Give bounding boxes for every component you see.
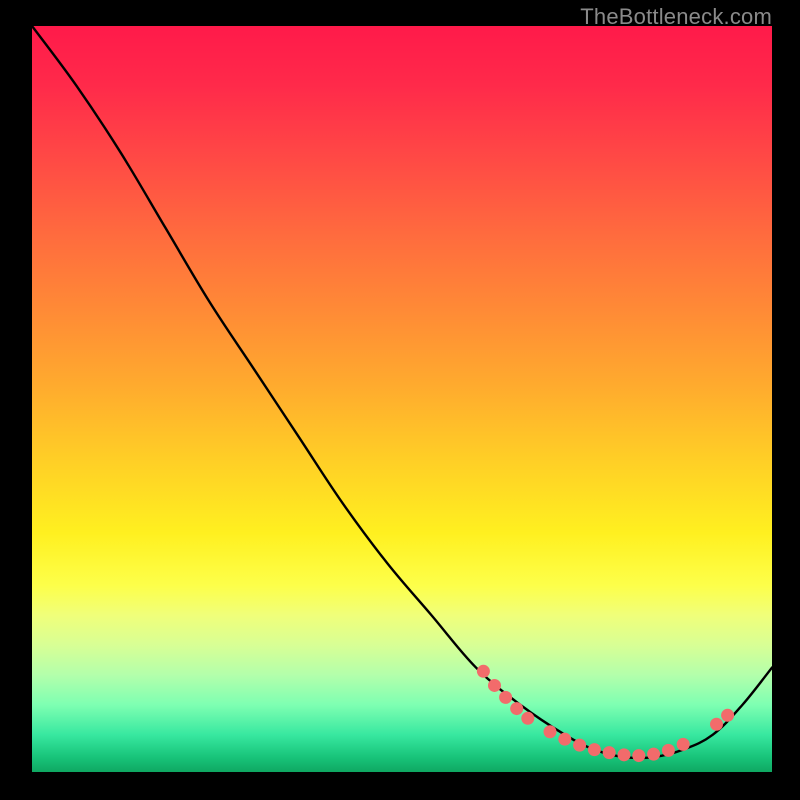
data-marker bbox=[544, 725, 557, 738]
data-marker bbox=[499, 691, 512, 704]
data-marker bbox=[510, 702, 523, 715]
data-marker bbox=[662, 744, 675, 757]
data-marker bbox=[488, 679, 501, 692]
data-marker bbox=[721, 709, 734, 722]
data-marker bbox=[573, 739, 586, 752]
data-marker bbox=[588, 743, 601, 756]
chart-stage: TheBottleneck.com bbox=[0, 0, 800, 800]
data-marker bbox=[632, 749, 645, 762]
data-marker bbox=[603, 746, 616, 759]
data-marker bbox=[558, 733, 571, 746]
curve-layer bbox=[32, 26, 772, 772]
curve-markers bbox=[477, 665, 734, 762]
data-marker bbox=[677, 738, 690, 751]
data-marker bbox=[710, 718, 723, 731]
data-marker bbox=[521, 712, 534, 725]
data-marker bbox=[647, 748, 660, 761]
plot-area bbox=[32, 26, 772, 772]
bottleneck-curve-line bbox=[32, 26, 772, 758]
data-marker bbox=[618, 748, 631, 761]
data-marker bbox=[477, 665, 490, 678]
